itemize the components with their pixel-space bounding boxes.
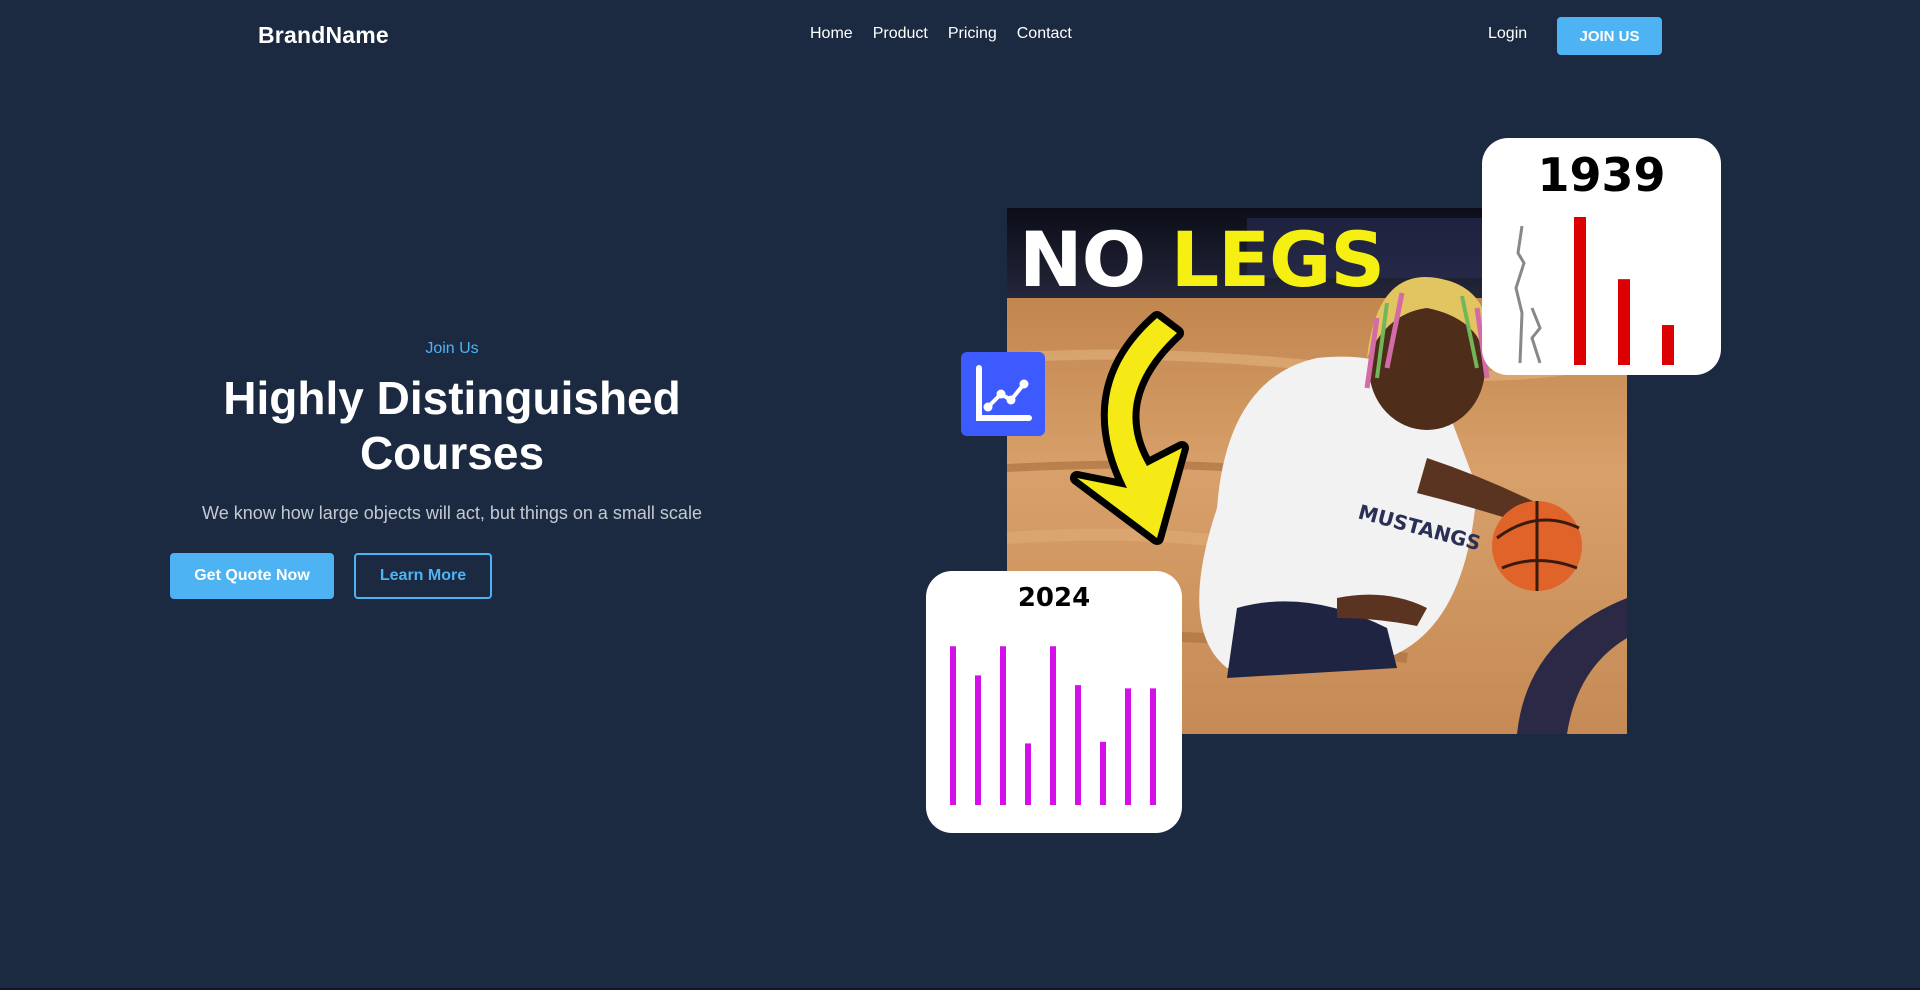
card-2024-bar [1100, 741, 1106, 805]
nav-item-contact[interactable]: Contact [1017, 25, 1072, 43]
card-1939: 1939 [1482, 138, 1721, 375]
hero-title-line2: Courses [359, 427, 545, 479]
card-2024-bar [1025, 743, 1031, 805]
hero-title-line1: Highly Distinguished [223, 372, 681, 424]
brand-logo[interactable]: BrandName [258, 22, 389, 49]
card-1939-bar [1662, 325, 1674, 365]
navbar: BrandName Home Product Pricing Contact L… [0, 0, 1920, 72]
card-2024-bar [950, 646, 956, 805]
card-2024: 2024 [926, 571, 1182, 833]
hero-title: Highly Distinguished Courses [150, 371, 754, 481]
card-2024-bar [1150, 688, 1156, 805]
hero-actions: Get Quote Now Learn More [170, 553, 492, 599]
hero-subtitle: We know how large objects will act, but … [202, 503, 702, 523]
decorative-scribble [1514, 225, 1526, 364]
hero-text: Join Us Highly Distinguished Courses We … [150, 340, 754, 524]
card-1939-bar-chart [1514, 217, 1674, 365]
card-2024-bar [975, 675, 981, 805]
card-2024-bar-chart [950, 646, 1156, 805]
image-caption-word1: NO [1019, 215, 1146, 304]
decorative-scribble [1530, 307, 1542, 364]
line-chart-icon [976, 365, 1032, 421]
hero-eyebrow: Join Us [425, 340, 479, 357]
nav-item-pricing[interactable]: Pricing [948, 25, 997, 43]
get-quote-button[interactable]: Get Quote Now [170, 553, 334, 599]
card-1939-bar [1574, 217, 1586, 365]
chart-badge [961, 352, 1045, 436]
card-2024-bar [1050, 646, 1056, 805]
nav-menu: Home Product Pricing Contact [810, 25, 1092, 43]
login-link[interactable]: Login [1488, 25, 1527, 43]
card-2024-bar [1000, 646, 1006, 805]
join-us-button[interactable]: JOIN US [1557, 17, 1662, 55]
nav-item-product[interactable]: Product [873, 25, 928, 43]
nav-item-home[interactable]: Home [810, 25, 853, 43]
card-2024-bar [1125, 688, 1131, 805]
card-1939-bar [1618, 279, 1630, 365]
card-2024-bar [1075, 685, 1081, 805]
image-caption: NO LEGS [1019, 222, 1385, 298]
learn-more-button[interactable]: Learn More [354, 553, 492, 599]
image-caption-word2: LEGS [1170, 215, 1385, 304]
